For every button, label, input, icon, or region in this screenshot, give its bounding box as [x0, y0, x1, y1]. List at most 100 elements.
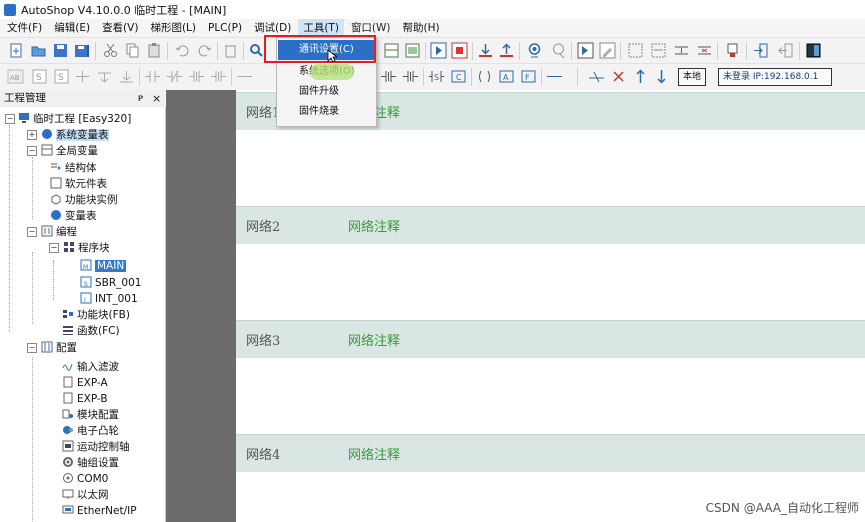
delete-row-icon[interactable]: [696, 42, 713, 59]
wave-icon: [62, 360, 74, 372]
tree-fb[interactable]: 功能块(FB): [62, 307, 130, 323]
paste-icon[interactable]: [146, 42, 163, 59]
branch-icon[interactable]: [74, 68, 91, 85]
delete-line-icon[interactable]: [610, 68, 627, 85]
network-comment[interactable]: 网络注释: [348, 444, 400, 463]
network-comment[interactable]: 网络注释: [348, 216, 400, 235]
tree-config[interactable]: − 配置: [26, 340, 77, 356]
connection-status-button[interactable]: 未登录 IP:192.168.0.1: [718, 68, 832, 86]
menu-item-firmware-burn[interactable]: 固件烧录: [278, 102, 375, 122]
tree-axis-group[interactable]: 轴组设置: [62, 455, 119, 471]
contact-nc-icon[interactable]: [166, 68, 183, 85]
tree-int[interactable]: I INT_001: [80, 291, 138, 307]
close-icon[interactable]: ×: [152, 90, 161, 107]
contact-no-icon[interactable]: [144, 68, 161, 85]
tree-root[interactable]: − 临时工程 [Easy320]: [2, 111, 131, 127]
ladder-mode-icon[interactable]: AB: [7, 68, 24, 85]
contact-f-icon[interactable]: [210, 68, 227, 85]
open-folder-icon[interactable]: [30, 42, 47, 59]
login-icon[interactable]: [752, 42, 769, 59]
logout-icon[interactable]: [777, 42, 794, 59]
tree-sbr[interactable]: S SBR_001: [80, 275, 141, 291]
tree-var-table[interactable]: 变量表: [50, 208, 97, 224]
coil-c-icon[interactable]: C: [450, 68, 467, 85]
set-coil-icon[interactable]: S: [428, 68, 445, 85]
tree-input-filter[interactable]: 输入滤波: [62, 359, 119, 375]
tree-motion-axis[interactable]: 运动控制轴: [62, 439, 130, 455]
settings-icon: [41, 341, 53, 353]
search-icon[interactable]: [248, 42, 265, 59]
tree-soft-elements[interactable]: 软元件表: [50, 176, 107, 192]
tree-program-block[interactable]: − 程序块: [48, 240, 110, 256]
menu-plc[interactable]: PLC(P): [203, 19, 247, 37]
menu-edit[interactable]: 编辑(E): [49, 19, 95, 37]
new-file-icon[interactable]: [8, 42, 25, 59]
project-panel-header: 工程管理 ᴘ ×: [0, 90, 165, 108]
tree-main[interactable]: M MAIN: [80, 258, 127, 274]
stop-icon[interactable]: [451, 42, 468, 59]
tree-programming[interactable]: − 编程: [26, 224, 77, 240]
tree-exp-b[interactable]: EXP-B: [62, 391, 108, 407]
menu-ladder[interactable]: 梯形图(L): [145, 19, 201, 37]
hline-cross-icon[interactable]: [588, 68, 605, 85]
tree-system-vars[interactable]: + 系统变量表: [26, 127, 109, 143]
tree-struct[interactable]: 结构体: [50, 160, 97, 176]
download-icon[interactable]: [477, 42, 494, 59]
toolbar-grid-icon[interactable]: [383, 42, 400, 59]
network-header[interactable]: 网络4 网络注释: [236, 434, 865, 472]
local-button[interactable]: 本地: [678, 68, 707, 86]
arrow-down-icon[interactable]: [653, 68, 670, 85]
monitor-off-icon[interactable]: [550, 42, 567, 59]
monitor-icon[interactable]: [526, 42, 543, 59]
insert-row-icon[interactable]: [673, 42, 690, 59]
branch-down-icon[interactable]: [96, 68, 113, 85]
menu-item-firmware-upgrade[interactable]: 固件升级: [278, 82, 375, 102]
network-title: 网络3: [246, 334, 281, 349]
menu-view[interactable]: 查看(V): [97, 19, 143, 37]
contact-f2-icon[interactable]: [402, 68, 419, 85]
redo-icon[interactable]: [196, 42, 213, 59]
coil-f-icon[interactable]: F: [520, 68, 537, 85]
tree-cam[interactable]: 电子凸轮: [62, 423, 119, 439]
tree-ethernet-ip[interactable]: EtherNet/IP: [62, 503, 137, 519]
contact-p2-icon[interactable]: [380, 68, 397, 85]
arrow-up-icon[interactable]: [632, 68, 649, 85]
hline-icon[interactable]: [236, 68, 253, 85]
coil-a-icon[interactable]: A: [498, 68, 515, 85]
compile-all-icon[interactable]: [650, 42, 667, 59]
upload-icon[interactable]: [498, 42, 515, 59]
menu-file[interactable]: 文件(F): [2, 19, 47, 37]
tree-fc[interactable]: 函数(FC): [62, 323, 120, 339]
ladder-editor[interactable]: 网络1 网络注释 网络2 网络注释 网络3 网络注释 网络4 网络注释: [236, 90, 865, 522]
menu-help[interactable]: 帮助(H): [398, 19, 445, 37]
undo-icon[interactable]: [174, 42, 191, 59]
toolbar-window-icon[interactable]: [404, 42, 421, 59]
tree-com0[interactable]: COM0: [62, 471, 108, 487]
save-all-icon[interactable]: [74, 42, 91, 59]
hline-blue-icon[interactable]: [546, 68, 563, 85]
tree-exp-a[interactable]: EXP-A: [62, 375, 108, 391]
edit-icon[interactable]: [599, 42, 616, 59]
pin-icon[interactable]: ᴘ: [138, 90, 143, 107]
delete-icon[interactable]: [222, 42, 239, 59]
panel-icon[interactable]: [805, 42, 822, 59]
copy-icon[interactable]: [124, 42, 141, 59]
coil-icon[interactable]: [476, 68, 493, 85]
compile-icon[interactable]: [627, 42, 644, 59]
cut-icon[interactable]: [102, 42, 119, 59]
tree-fb-instance[interactable]: 功能块实例: [50, 192, 118, 208]
save-icon[interactable]: [52, 42, 69, 59]
contact-s-icon[interactable]: S: [31, 68, 48, 85]
tree-global-vars[interactable]: − 全局变量: [26, 143, 98, 159]
tree-module-config[interactable]: 模块配置: [62, 407, 119, 423]
contact-p-icon[interactable]: [188, 68, 205, 85]
step-run-icon[interactable]: [577, 42, 594, 59]
branch-down2-icon[interactable]: [118, 68, 135, 85]
network-header[interactable]: 网络3 网络注释: [236, 320, 865, 358]
contact-s2-icon[interactable]: S: [53, 68, 70, 85]
tree-ethernet[interactable]: 以太网: [62, 487, 109, 503]
run-icon[interactable]: [430, 42, 447, 59]
plc-device-icon[interactable]: [724, 42, 741, 59]
network-comment[interactable]: 网络注释: [348, 330, 400, 349]
network-header[interactable]: 网络2 网络注释: [236, 206, 865, 244]
